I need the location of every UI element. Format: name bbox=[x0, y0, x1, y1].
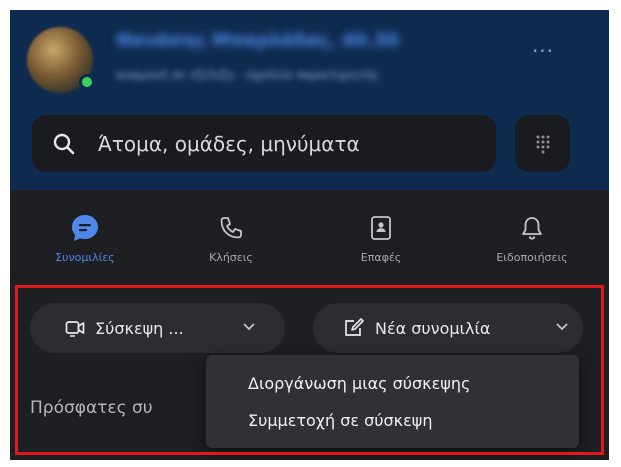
tab-bar: Συνομιλίες Κλήσεις Επαφές Ειδοποιήσεις bbox=[10, 210, 609, 280]
search-icon bbox=[53, 133, 75, 154]
profile-header: Θανάσης Μπαρλάδας, 40.30 αναμονή σε εξέλ… bbox=[10, 10, 609, 190]
search-bar[interactable]: Άτομα, ομάδες, μηνύματα bbox=[32, 115, 496, 172]
compose-icon bbox=[345, 318, 364, 336]
meeting-button-label: Σύσκεψη ... bbox=[95, 318, 184, 338]
video-camera-icon bbox=[65, 321, 85, 337]
more-options-icon[interactable]: ... bbox=[528, 35, 558, 58]
tab-contacts[interactable]: Επαφές bbox=[306, 210, 456, 280]
tab-chats-label: Συνομιλίες bbox=[55, 251, 115, 264]
chat-bubble-icon bbox=[69, 210, 101, 246]
contacts-icon bbox=[369, 210, 393, 246]
tab-contacts-label: Επαφές bbox=[360, 251, 402, 264]
search-input[interactable]: Άτομα, ομάδες, μηνύματα bbox=[98, 132, 360, 156]
skype-window: Θανάσης Μπαρλάδας, 40.30 αναμονή σε εξέλ… bbox=[10, 10, 609, 460]
chevron-down-icon[interactable] bbox=[242, 321, 256, 335]
status-text[interactable]: αναμονή σε εξέλιξη · σχολείο παρατηρητής bbox=[116, 68, 379, 84]
tab-notifications[interactable]: Ειδοποιήσεις bbox=[457, 210, 607, 280]
recent-chats-heading: Πρόσφατες συ bbox=[30, 398, 153, 418]
chevron-down-icon[interactable] bbox=[555, 321, 569, 335]
display-name[interactable]: Θανάσης Μπαρλάδας, 40.30 bbox=[116, 30, 399, 52]
tab-notifications-label: Ειδοποιήσεις bbox=[496, 251, 568, 264]
tab-calls[interactable]: Κλήσεις bbox=[156, 210, 306, 280]
presence-dot bbox=[79, 74, 95, 90]
tab-calls-label: Κλήσεις bbox=[209, 251, 253, 264]
dialpad-button[interactable] bbox=[515, 115, 570, 172]
new-chat-button-label: Νέα συνομιλία bbox=[375, 318, 491, 338]
tab-chats[interactable]: Συνομιλίες bbox=[10, 210, 160, 280]
bell-icon bbox=[520, 210, 544, 246]
phone-icon bbox=[218, 210, 244, 246]
menu-item-host-meeting[interactable]: Διοργάνωση μιας σύσκεψης bbox=[206, 365, 579, 402]
meeting-dropdown-menu: Διοργάνωση μιας σύσκεψης Συμμετοχή σε σύ… bbox=[206, 355, 579, 448]
meeting-button[interactable]: Σύσκεψη ... bbox=[30, 303, 285, 353]
dialpad-icon bbox=[536, 135, 549, 153]
new-chat-button[interactable]: Νέα συνομιλία bbox=[313, 303, 583, 353]
menu-item-join-meeting[interactable]: Συμμετοχή σε σύσκεψη bbox=[206, 402, 579, 439]
